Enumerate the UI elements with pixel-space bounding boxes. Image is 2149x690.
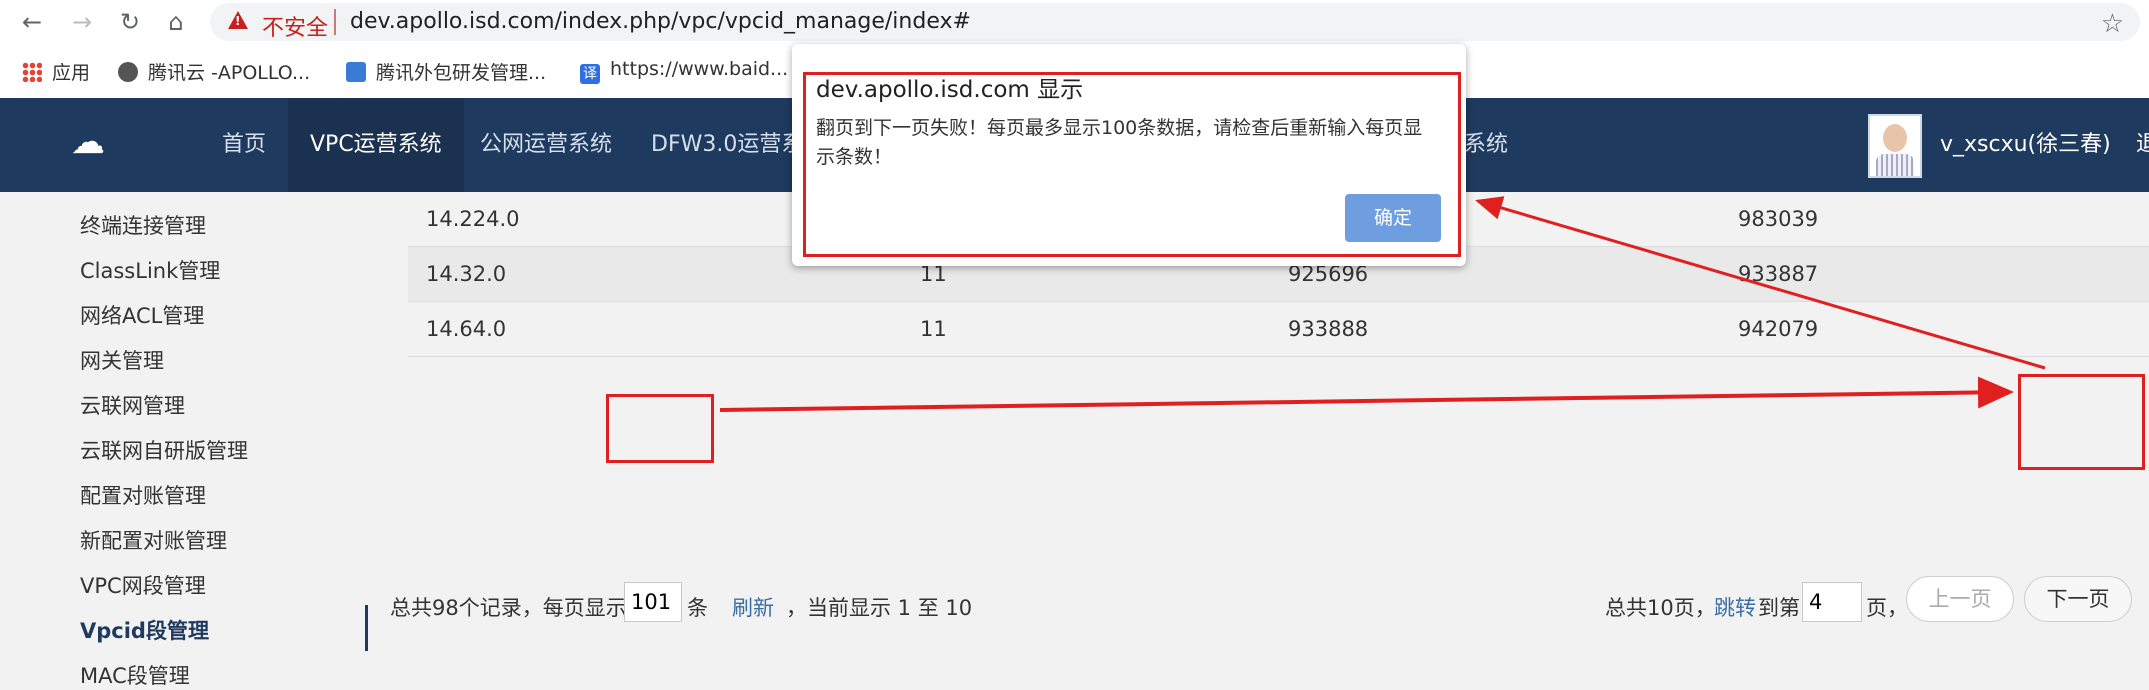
arrow-next-to-dialog <box>1475 196 2046 370</box>
arrow-pagesize-to-next <box>719 376 2014 412</box>
annotation-arrows <box>719 196 2046 412</box>
